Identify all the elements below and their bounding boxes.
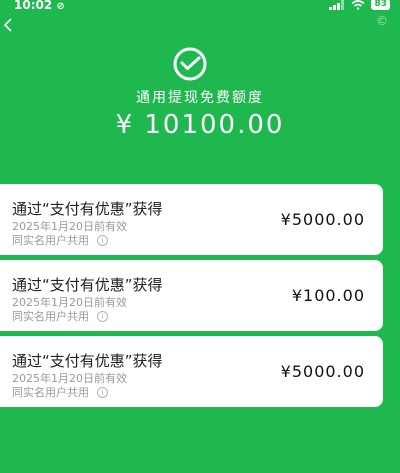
status-bar: 10:02 ⊘ 83 <box>0 0 400 14</box>
help-icon[interactable]: © <box>376 14 388 28</box>
mute-icon: ⊘ <box>56 1 65 12</box>
info-icon[interactable]: i <box>97 310 108 322</box>
status-time: 10:02 ⊘ <box>14 0 65 12</box>
info-icon[interactable]: i <box>97 386 108 398</box>
quota-card[interactable]: 通过“支付有优惠”获得 2025年1月20日前有效 同实名用户共用 i ¥100… <box>0 260 383 331</box>
battery-icon: 83 <box>371 0 390 10</box>
card-note: 同实名用户共用 i <box>12 308 108 324</box>
card-amount: ¥5000.00 <box>280 362 365 381</box>
page-title: 通用提现免费额度 <box>136 90 264 106</box>
wifi-icon <box>351 0 365 10</box>
card-amount: ¥5000.00 <box>280 210 365 229</box>
total-amount: ¥ 10100.00 <box>115 110 285 140</box>
back-icon[interactable] <box>3 18 13 32</box>
wechat-pay-logo-icon <box>173 47 207 81</box>
status-right: 83 <box>329 0 390 10</box>
quota-card[interactable]: 通过“支付有优惠”获得 2025年1月20日前有效 同实名用户共用 i ¥500… <box>0 184 383 255</box>
card-title: 通过“支付有优惠”获得 <box>12 200 163 218</box>
card-note: 同实名用户共用 i <box>12 384 108 400</box>
quota-card[interactable]: 通过“支付有优惠”获得 2025年1月20日前有效 同实名用户共用 i ¥500… <box>0 336 383 407</box>
signal-icon <box>329 0 345 10</box>
card-title: 通过“支付有优惠”获得 <box>12 352 163 370</box>
card-note: 同实名用户共用 i <box>12 232 108 248</box>
info-icon[interactable]: i <box>97 234 108 246</box>
card-amount: ¥100.00 <box>291 286 365 305</box>
card-title: 通过“支付有优惠”获得 <box>12 276 163 294</box>
